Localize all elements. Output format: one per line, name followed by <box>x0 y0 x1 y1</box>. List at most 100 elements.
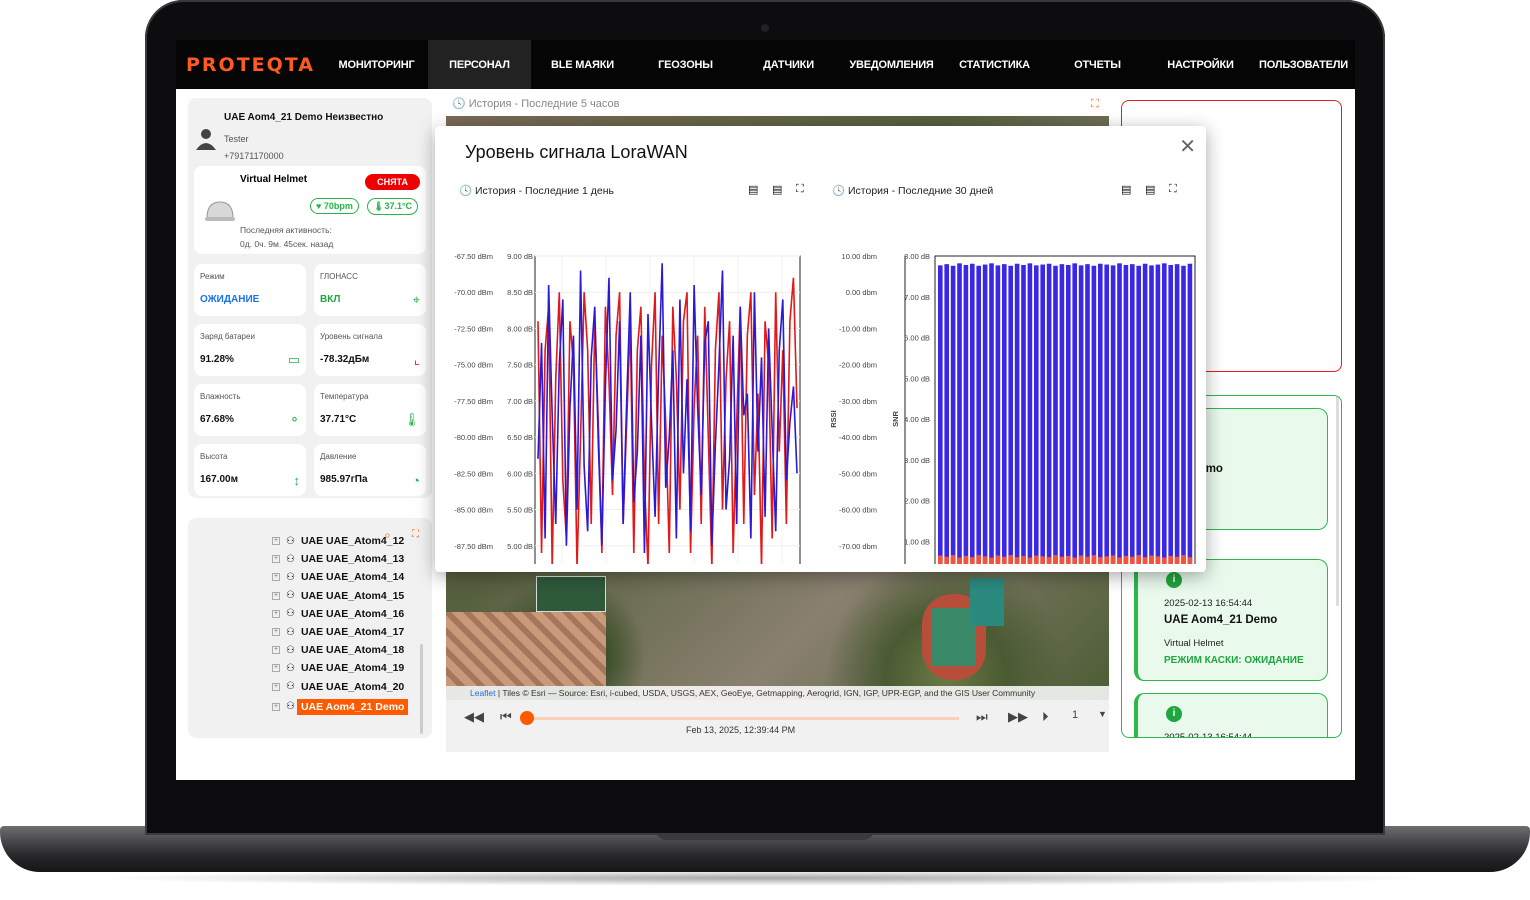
notification-card[interactable]: i 2025-02-13 16:54:44 UAE Aom4_21 Demo Virt… <box>1134 559 1328 681</box>
tree-row[interactable]: + ⚇ UAE UAE_Atom4_16 <box>272 608 404 620</box>
notification-time: 2025-02-13 16:54:44 <box>1164 732 1253 738</box>
expand-icon[interactable]: ⛶ <box>412 529 419 540</box>
rssi-bar <box>1136 555 1141 564</box>
tree-row[interactable]: + ⚇ UAE UAE_Atom4_20 <box>272 681 404 693</box>
snr-bar <box>1123 264 1129 564</box>
y-left-tick: -70.00 dbm <box>839 542 877 551</box>
expand-toggle-icon[interactable]: + <box>272 664 280 673</box>
snr-bar <box>1168 264 1173 564</box>
snr-bar <box>995 265 1001 564</box>
fullscreen-icon[interactable]: ⛶ <box>796 183 804 196</box>
lorawan-30-day-chart: 10.00 dbm 0.00 dbm -10.00 dbm -20.00 dbm -30… <box>829 252 1196 564</box>
nav-item-0[interactable]: МОНИТОРИНГ <box>325 40 428 89</box>
map-fullscreen-icon[interactable]: ⛶ <box>1091 98 1099 111</box>
metric-card-2[interactable]: Заряд батареи 91.28% ▭ <box>194 324 306 376</box>
y-left-tick: -40.00 dbm <box>839 433 877 442</box>
rssi-bar <box>1008 555 1013 564</box>
rssi-bar <box>1162 557 1167 564</box>
y-right-tick: 7.00 dB <box>507 397 533 406</box>
nav-items: МОНИТОРИНГ ПЕРСОНАЛ BLE МАЯКИ ГЕОЗОНЫ ДАТЧИК… <box>325 40 1355 89</box>
person-icon: ⚇ <box>286 701 295 713</box>
expand-toggle-icon[interactable]: + <box>272 702 280 711</box>
nav-item-7[interactable]: ОТЧЕТЫ <box>1046 40 1149 89</box>
y-right-tick: 6.00 dB <box>904 334 930 343</box>
fast-forward-icon[interactable]: ▶▶ <box>1008 709 1028 725</box>
play-icon[interactable]: ⏵ <box>1042 709 1049 725</box>
y-left-tick: 10.00 dbm <box>842 252 877 261</box>
expand-toggle-icon[interactable]: + <box>272 609 280 618</box>
leaflet-link[interactable]: Leaflet <box>470 688 496 698</box>
y-left-tick: -85.00 dBm <box>454 506 493 515</box>
left-chart-title: 🕓 История - Последние 1 день <box>459 184 614 197</box>
tree-row[interactable]: + ⚇ UAE UAE_Atom4_12 <box>272 535 404 547</box>
nav-item-5[interactable]: УВЕДОМЛЕНИЯ <box>840 40 943 89</box>
nav-item-8[interactable]: НАСТРОЙКИ <box>1149 40 1252 89</box>
map-attribution: Leaflet | Tiles © Esri — Source: Esri, i… <box>446 686 1109 700</box>
document-icon-2[interactable]: ▤ <box>772 183 782 196</box>
speed-dropdown-icon[interactable]: ▼ <box>1098 709 1107 719</box>
rssi-bar <box>950 555 956 564</box>
document-icon-3[interactable]: ▤ <box>1121 183 1131 196</box>
rssi-bar <box>1123 555 1129 564</box>
metric-label: Режим <box>200 272 225 281</box>
snr-bar <box>1104 264 1109 564</box>
playback-knob[interactable] <box>520 711 534 725</box>
rssi-bar <box>1149 555 1154 564</box>
expand-toggle-icon[interactable]: + <box>272 682 280 691</box>
tree-scrollbar[interactable] <box>420 644 423 734</box>
metric-card-4[interactable]: Влажность 67.68% ⚬ <box>194 384 306 436</box>
snr-bar <box>1040 264 1045 564</box>
expand-toggle-icon[interactable]: + <box>272 573 280 582</box>
snr-bar <box>1014 263 1020 564</box>
expand-toggle-icon[interactable]: + <box>272 628 280 636</box>
metric-card-0[interactable]: Режим ОЖИДАНИЕ <box>194 264 306 316</box>
expand-toggle-icon[interactable]: + <box>272 555 280 564</box>
notification-card[interactable]: i 2025-02-13 16:54:44 <box>1134 693 1328 738</box>
document-icon[interactable]: ▤ <box>748 183 758 196</box>
metric-card-7[interactable]: Давление 985.97гПа ◔ <box>314 444 426 496</box>
tree-row[interactable]: + ⚇ UAE UAE_Atom4_14 <box>272 571 404 583</box>
rssi-bar <box>995 555 1001 564</box>
y-right-tick: 5.00 dB <box>507 542 533 551</box>
snr-bar <box>1034 265 1039 564</box>
nav-item-9[interactable]: ПОЛЬЗОВАТЕЛИ <box>1252 40 1355 89</box>
nav-item-1[interactable]: ПЕРСОНАЛ <box>428 40 531 89</box>
expand-toggle-icon[interactable]: + <box>272 646 280 655</box>
document-icon-4[interactable]: ▤ <box>1145 183 1155 196</box>
y-right-tick: 9.00 dB <box>507 252 533 261</box>
tree-row[interactable]: + ⚇ UAE UAE_Atom4_19 <box>272 662 404 674</box>
playback-slider[interactable] <box>527 717 959 720</box>
tree-row[interactable]: + ⚇ UAE UAE_Atom4_18 <box>272 644 404 656</box>
rssi-bar <box>1155 556 1161 564</box>
expand-toggle-icon[interactable]: + <box>272 537 280 545</box>
y-left-tick: -70.00 dBm <box>454 288 493 297</box>
metric-card-5[interactable]: Температура 37.71°C 🌡 <box>314 384 426 436</box>
nav-item-3[interactable]: ГЕОЗОНЫ <box>634 40 737 89</box>
metric-card-6[interactable]: Высота 167.00м ↕ <box>194 444 306 496</box>
rssi-bar <box>1181 555 1186 564</box>
helmet-card[interactable]: Virtual Helmet СНЯТА ♥ 70bpm 🌡37.1°C Пос… <box>194 166 426 254</box>
nav-item-6[interactable]: СТАТИСТИКА <box>943 40 1046 89</box>
metric-card-1[interactable]: ГЛОНАСС ВКЛ ⌖ <box>314 264 426 316</box>
y-right-tick: 7.50 dB <box>507 361 533 370</box>
notifications-scrollbar[interactable] <box>1336 396 1339 606</box>
fullscreen-icon-2[interactable]: ⛶ <box>1169 183 1177 196</box>
person-icon: ⚇ <box>286 571 295 583</box>
user-name: UAE Aom4_21 Demo Неизвестно <box>224 112 384 123</box>
close-icon[interactable]: ✕ <box>1179 134 1196 159</box>
expand-toggle-icon[interactable]: + <box>272 591 280 600</box>
skip-start-icon[interactable]: ⏮ <box>500 709 512 725</box>
snr-bar <box>1117 263 1122 564</box>
speed-value[interactable]: 1 <box>1072 709 1078 721</box>
nav-item-4[interactable]: ДАТЧИКИ <box>737 40 840 89</box>
skip-end-icon[interactable]: ⏭ <box>976 709 988 725</box>
metric-card-3[interactable]: Уровень сигнала -78.32дБм ⌞ <box>314 324 426 376</box>
rewind-icon[interactable]: ◀◀ <box>464 709 484 725</box>
tree-row[interactable]: + ⚇ UAE UAE_Atom4_17 <box>272 626 404 638</box>
tree-row-label: UAE UAE_Atom4_12 <box>300 535 405 547</box>
nav-item-2[interactable]: BLE МАЯКИ <box>531 40 634 89</box>
heart-icon: ♥ <box>316 201 322 211</box>
tree-row[interactable]: + ⚇ UAE UAE_Atom4_15 <box>272 590 404 602</box>
tree-row[interactable]: + ⚇ UAE UAE_Atom4_13 <box>272 553 404 565</box>
tree-row[interactable]: + ⚇ UAE Aom4_21 Demo <box>272 698 409 715</box>
